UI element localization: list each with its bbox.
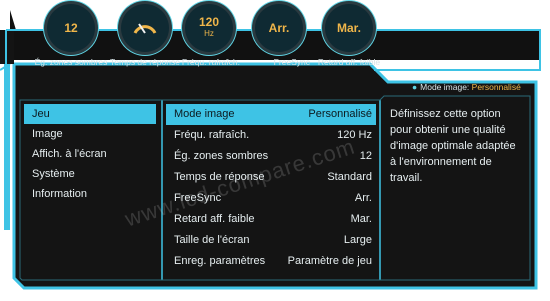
setting-save-settings[interactable]: Enreg. paramètres Paramètre de jeu [166, 251, 376, 272]
setting-label: Taille de l'écran [174, 234, 250, 246]
gauge-label: Fréqu. rafraîch. [181, 57, 240, 67]
gauge-response-time: Temps de réponse [110, 4, 180, 70]
help-description: Définissez cette option pour obtenir une… [390, 108, 516, 184]
gauge-dial: 12 [47, 4, 95, 52]
gauge-label: Temps de réponse [110, 57, 180, 67]
picture-mode-indicator: ● Mode image: Personnalisé [412, 82, 521, 92]
gauge-label: FreeSync [273, 57, 310, 67]
setting-value: Large [343, 234, 372, 246]
gauge-dial: Arr. [255, 4, 303, 52]
gauge-black-equalizer: 12 Ég. zones sombres [35, 4, 107, 70]
bullet-icon: ● [412, 82, 418, 92]
gauge-label: Ég. zones sombres [34, 57, 108, 67]
gauge-dial: Mar. [325, 4, 373, 52]
gauge-dial [121, 4, 169, 52]
mode-label: Mode image: [420, 82, 470, 92]
gauge-dial: 120 Hz [185, 4, 233, 52]
main-menu: Jeu Image Affich. à l'écran Système Info… [24, 104, 156, 204]
gauge-value: 120 [198, 15, 220, 29]
gauge-value: 12 [64, 20, 78, 35]
gauge-value: Mar. [336, 20, 361, 35]
setting-value: Personnalisé [308, 108, 372, 120]
setting-value: Paramètre de jeu [287, 255, 372, 267]
gauge-refresh-rate: 120 Hz Fréqu. rafraîch. [178, 4, 240, 70]
setting-value: Standard [327, 171, 372, 183]
setting-screen-size[interactable]: Taille de l'écran Large [166, 230, 376, 251]
gauge-freesync: Arr. FreeSync [248, 4, 310, 70]
response-time-dial-icon [133, 23, 157, 34]
setting-label: Fréqu. rafraîch. [174, 129, 250, 141]
menu-item-game[interactable]: Jeu [24, 104, 156, 124]
setting-low-input-lag[interactable]: Retard aff. faible Mar. [166, 209, 376, 230]
mode-value: Personnalisé [471, 82, 521, 92]
setting-value: Mar. [350, 213, 372, 225]
gauge-unit: Hz [204, 29, 214, 38]
menu-item-osd[interactable]: Affich. à l'écran [24, 144, 156, 164]
menu-item-information[interactable]: Information [24, 184, 156, 204]
setting-picture-mode[interactable]: Mode image Personnalisé [166, 104, 376, 125]
gauge-value: Arr. [268, 20, 290, 35]
menu-item-system[interactable]: Système [24, 164, 156, 184]
setting-value: Arr. [354, 192, 372, 204]
setting-label: Enreg. paramètres [174, 255, 266, 267]
gauge-low-input-lag: Mar. Retard aff. faible [318, 4, 380, 70]
setting-value: 12 [359, 150, 372, 162]
menu-item-picture[interactable]: Image [24, 124, 156, 144]
gauge-label: Retard aff. faible [317, 57, 381, 67]
setting-label: Mode image [174, 108, 235, 120]
